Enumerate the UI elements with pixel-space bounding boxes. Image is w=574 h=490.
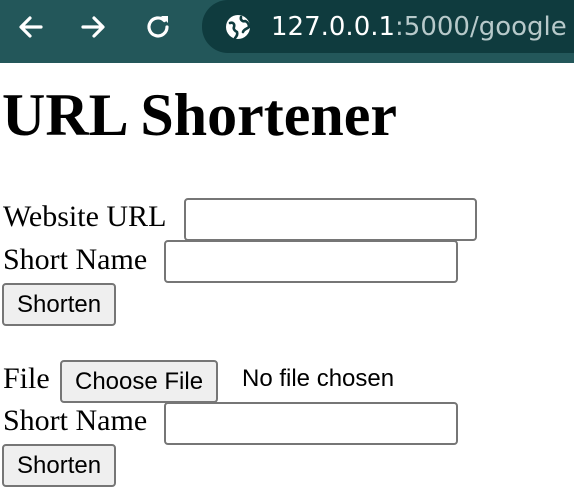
file-label: File [3,362,50,395]
short-name-label: Short Name [3,243,148,276]
back-arrow-icon[interactable] [14,10,48,44]
short-name-input[interactable] [164,240,458,283]
file-short-name-label: Short Name [3,404,148,437]
page-title: URL Shortener [2,82,397,148]
browser-toolbar: 127.0.0.1:5000/google [0,0,574,63]
url-path: :5000/google [395,12,567,42]
url-host: 127.0.0.1 [271,12,396,42]
reload-icon[interactable] [141,10,175,44]
page-content: URL Shortener Website URL Short Name Sho… [0,63,574,490]
forward-arrow-icon[interactable] [76,10,110,44]
website-url-input[interactable] [184,198,477,241]
site-info-icon[interactable] [221,10,255,44]
file-status-text: No file chosen [242,365,395,392]
address-bar-text[interactable]: 127.0.0.1:5000/google [271,10,567,44]
website-url-label: Website URL [3,200,167,233]
shorten-file-button[interactable]: Shorten [2,444,117,487]
choose-file-button[interactable]: Choose File [60,360,219,403]
shorten-url-button[interactable]: Shorten [2,283,117,326]
file-short-name-input[interactable] [164,402,458,445]
